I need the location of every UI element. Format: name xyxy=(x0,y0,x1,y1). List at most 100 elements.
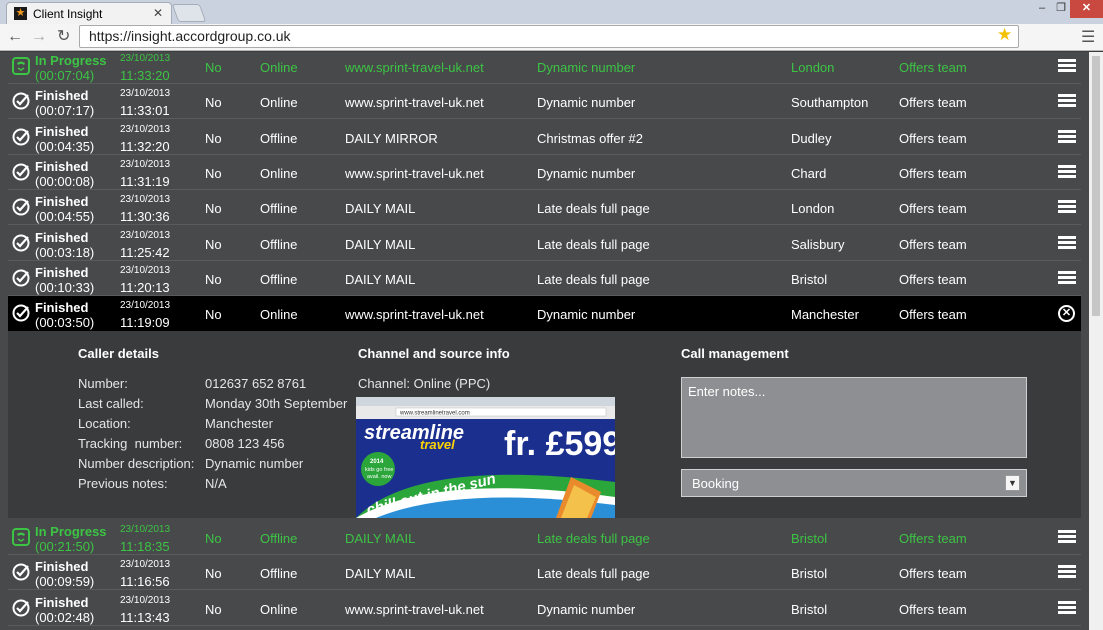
call-location: Dudley xyxy=(791,130,832,146)
booking-select[interactable]: Booking ▼ xyxy=(681,469,1027,497)
call-row[interactable]: Finished (00:07:17) 23/10/2013 11:33:01 No On… xyxy=(8,84,1081,120)
reload-icon[interactable]: ↻ xyxy=(57,27,70,47)
number-value: 012637 652 8761 xyxy=(205,376,307,391)
check-circle-icon xyxy=(12,563,30,581)
channel-source-heading: Channel and source info xyxy=(358,346,510,361)
call-channel: Online xyxy=(260,95,298,111)
call-row[interactable]: In Progress (00:21:50) 23/10/2013 11:18:35 N… xyxy=(8,520,1081,555)
call-channel: Offline xyxy=(260,130,298,146)
call-duration: (00:00:08) xyxy=(35,173,95,189)
hamburger-icon[interactable] xyxy=(1058,200,1076,214)
call-duration: (00:04:55) xyxy=(35,209,95,225)
call-source: DAILY MAIL xyxy=(345,201,416,217)
call-row[interactable]: Finished (00:09:59) 23/10/2013 11:16:56 No Of… xyxy=(8,555,1081,591)
call-time: 11:33:20 xyxy=(120,68,170,83)
chevron-down-icon[interactable]: ▼ xyxy=(1005,475,1020,491)
call-row[interactable]: Finished (00:03:18) 23/10/2013 11:25:42 No Of… xyxy=(8,226,1081,261)
call-row[interactable]: In Progress (00:07:04) 23/10/2013 11:33:20 N… xyxy=(8,49,1081,84)
call-description: Late deals full page xyxy=(537,236,650,252)
call-row[interactable]: Finished (00:04:55) 23/10/2013 11:30:36 No Of… xyxy=(8,190,1081,226)
star-logo-icon: ★ xyxy=(14,7,27,20)
window-close-button[interactable]: ✕ xyxy=(1070,0,1103,18)
forward-arrow-icon[interactable]: → xyxy=(31,27,47,47)
hamburger-icon[interactable] xyxy=(1058,530,1076,544)
hamburger-icon[interactable] xyxy=(1058,600,1076,615)
notes-textarea[interactable]: Enter notes... xyxy=(681,377,1027,458)
call-row[interactable]: Finished (00:02:48) 23/10/2013 11:13:43 No On… xyxy=(8,591,1081,626)
call-location: Bristol xyxy=(791,601,828,617)
call-date: 23/10/2013 xyxy=(120,300,171,312)
call-flag: No xyxy=(205,531,222,546)
last-called-label: Last called: xyxy=(78,396,144,411)
call-row[interactable]: Finished (00:04:35) 23/10/2013 11:32:20 No Of… xyxy=(8,120,1081,155)
hamburger-icon[interactable] xyxy=(1058,565,1076,579)
hamburger-icon[interactable] xyxy=(1058,164,1076,179)
maximize-button[interactable]: ❐ xyxy=(1052,0,1070,18)
call-source: www.sprint-travel-uk.net xyxy=(345,95,484,111)
call-source: www.sprint-travel-uk.net xyxy=(345,601,484,617)
phone-active-icon xyxy=(12,528,30,546)
browser-toolbar: ← → ↻ https://insight.accordgroup.co.uk … xyxy=(0,24,1103,51)
number-label: Number: xyxy=(78,376,128,391)
call-duration: (00:04:35) xyxy=(35,138,95,154)
call-description: Dynamic number xyxy=(537,165,636,181)
call-time: 11:19:09 xyxy=(120,315,170,331)
browser-tab[interactable]: ★ Client Insight ✕ xyxy=(6,2,172,24)
channel-info: Channel: Online (PPC) xyxy=(358,376,491,391)
call-date: 23/10/2013 xyxy=(120,264,171,276)
caller-details-heading: Caller details xyxy=(78,346,159,361)
phone-active-icon xyxy=(12,57,30,75)
call-duration: (00:09:59) xyxy=(35,574,95,590)
call-location: London xyxy=(791,201,835,217)
call-status: Finished xyxy=(35,123,89,139)
tab-close-icon[interactable]: ✕ xyxy=(153,6,163,20)
address-bar[interactable]: https://insight.accordgroup.co.uk xyxy=(79,25,1019,48)
call-time: 11:16:56 xyxy=(120,574,170,590)
tracking-number-value: 0808 123 456 xyxy=(205,436,285,451)
hamburger-icon[interactable] xyxy=(1058,94,1076,108)
call-row[interactable]: Finished (00:03:50) 23/10/2013 11:19:09 No On… xyxy=(8,296,1081,332)
call-flag: No xyxy=(205,60,222,75)
call-source: DAILY MAIL xyxy=(345,271,416,287)
number-description-value: Dynamic number xyxy=(205,456,304,471)
advert-image: www.streamlinetravel.com streamline trav… xyxy=(356,397,615,518)
call-time: 11:18:35 xyxy=(120,539,170,554)
advert-badge-year: 2014 xyxy=(370,459,384,465)
check-circle-icon xyxy=(12,234,30,251)
call-team: Offers team xyxy=(899,307,967,323)
call-description: Dynamic number xyxy=(537,307,636,323)
browser-tab-bar: ★ Client Insight ✕ ‒ ❐ ✕ xyxy=(0,0,1103,24)
hamburger-icon[interactable] xyxy=(1058,235,1076,250)
location-label: Location: xyxy=(78,416,131,431)
new-tab-button[interactable] xyxy=(171,4,207,22)
last-called-value: Monday 30th September xyxy=(205,396,348,411)
call-time: 11:32:20 xyxy=(120,138,170,154)
call-team: Offers team xyxy=(899,165,967,181)
close-circle-icon[interactable]: ✕ xyxy=(1058,305,1075,323)
call-status: Finished xyxy=(35,559,89,575)
previous-notes-value: N/A xyxy=(205,476,227,491)
hamburger-icon[interactable] xyxy=(1058,270,1076,285)
call-channel: Offline xyxy=(260,271,298,287)
check-circle-icon xyxy=(12,198,30,216)
browser-menu-icon[interactable]: ☰ xyxy=(1081,27,1095,47)
advert-badge-line2: avail. now xyxy=(367,474,391,480)
hamburger-icon[interactable] xyxy=(1058,59,1076,73)
call-team: Offers team xyxy=(899,271,967,287)
hamburger-icon[interactable] xyxy=(1058,129,1076,144)
call-date: 23/10/2013 xyxy=(120,194,171,206)
bookmark-star-icon[interactable]: ★ xyxy=(997,25,1012,45)
call-duration: (00:10:33) xyxy=(35,279,95,295)
call-team: Offers team xyxy=(899,130,967,146)
call-location: Bristol xyxy=(791,566,828,582)
call-team: Offers team xyxy=(899,601,967,617)
call-date: 23/10/2013 xyxy=(120,559,171,571)
call-row[interactable]: Finished (00:00:08) 23/10/2013 11:31:19 No On… xyxy=(8,155,1081,190)
scrollbar-thumb[interactable] xyxy=(1092,56,1100,316)
call-date: 23/10/2013 xyxy=(120,524,171,535)
call-duration: (00:07:17) xyxy=(35,103,95,119)
minimize-button[interactable]: ‒ xyxy=(1032,0,1052,18)
back-arrow-icon[interactable]: ← xyxy=(7,27,23,47)
call-row[interactable]: Finished (00:10:33) 23/10/2013 11:20:13 No Of… xyxy=(8,261,1081,296)
check-circle-icon xyxy=(12,92,30,110)
